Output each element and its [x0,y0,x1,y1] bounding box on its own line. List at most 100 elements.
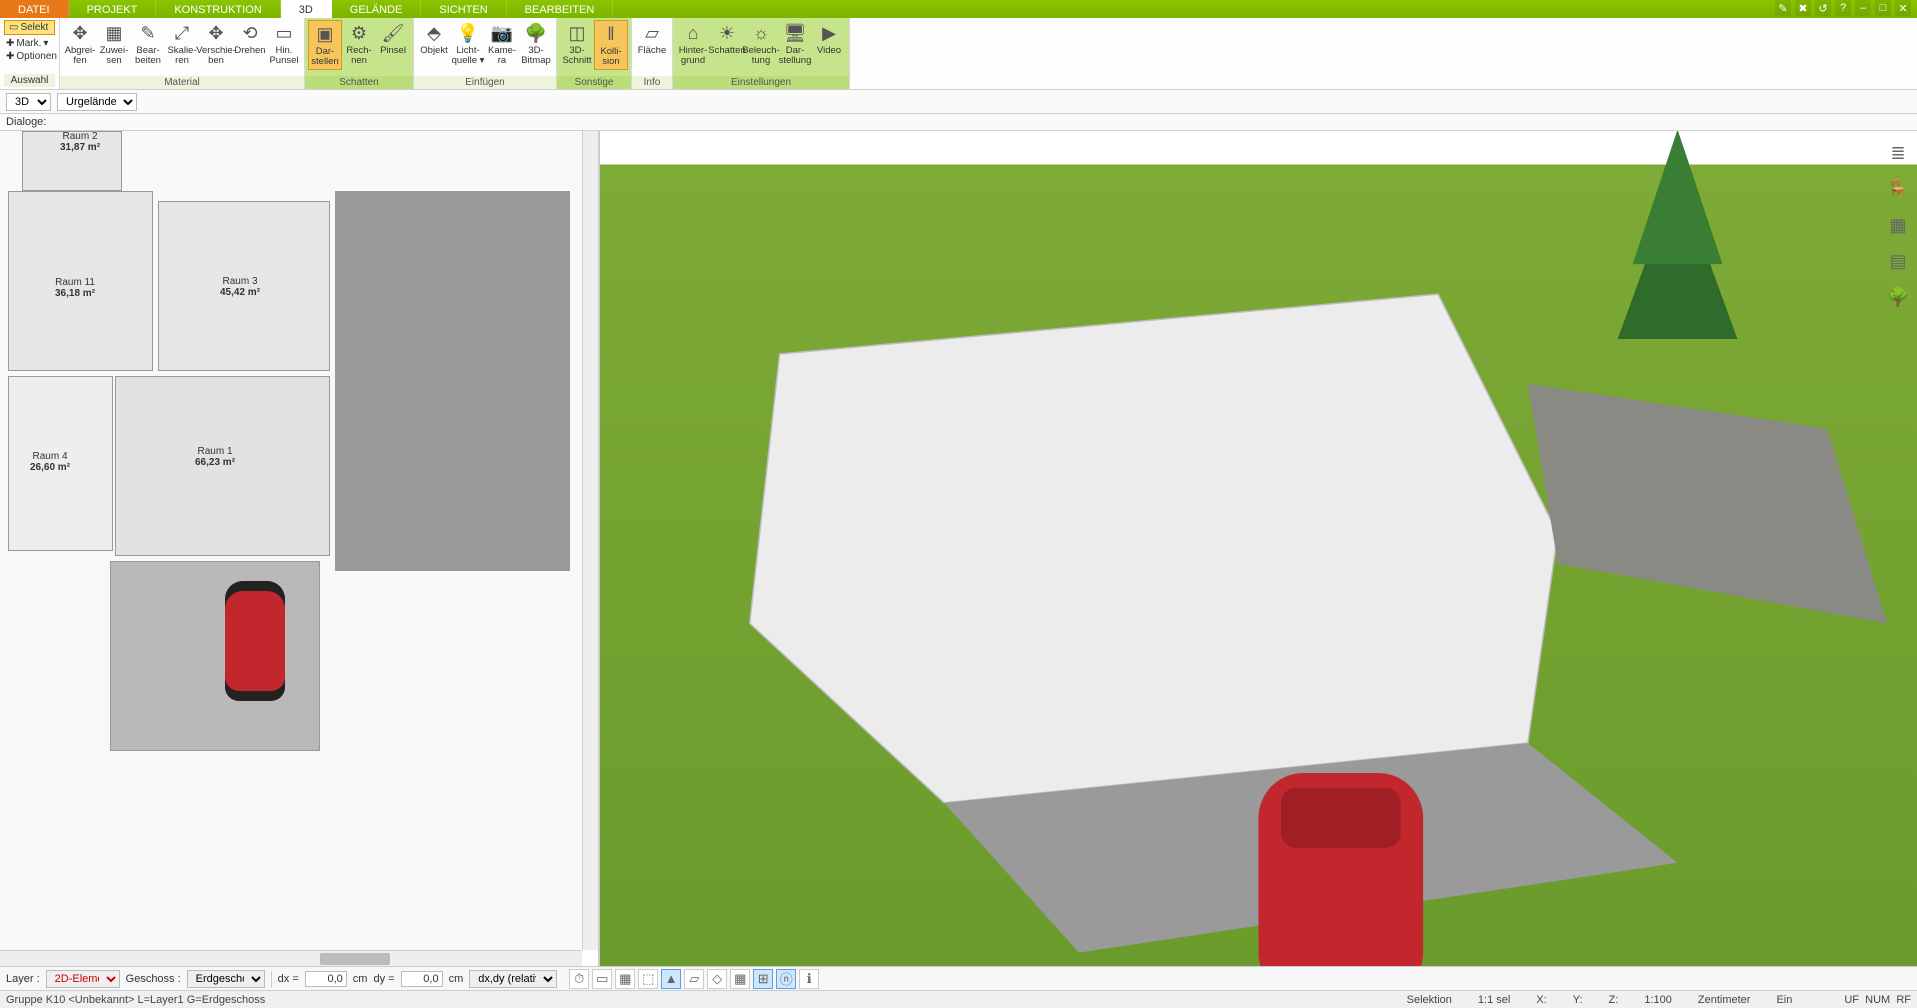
close-icon[interactable]: ✕ [1895,0,1911,16]
layers-icon[interactable]: ≣ [1885,140,1911,166]
menu-bar: DATEI PROJEKT KONSTRUKTION 3D GELÄNDE SI… [0,0,1917,18]
toggle-icon[interactable]: ℹ [799,969,819,989]
mark-button[interactable]: ✚ Mark. ▾ [4,37,55,50]
ribbon-btn-skalieren[interactable]: ⤢Skalie- ren [165,20,199,68]
floorplan-canvas[interactable]: Raum 231,87 m²Raum 1136,18 m²Raum 345,42… [0,131,582,950]
terrain-select[interactable]: Urgelände [57,93,137,111]
pane-2d[interactable]: Raum 231,87 m²Raum 1136,18 m²Raum 345,42… [0,131,600,966]
ribbon-group-schatten: ▣Dar- stellen⚙Rech- nen🖌Pinsel Schatten [305,18,414,89]
skalieren-icon: ⤢ [171,22,193,44]
select-button[interactable]: ▭ Selekt [4,20,55,35]
3dbitmap-icon: 🌳 [525,22,547,44]
ribbon-btn-label: Video [817,46,841,56]
furniture-icon[interactable]: 🪑 [1885,176,1911,202]
coord-mode-select[interactable]: dx,dy (relativ ka [469,970,557,988]
ribbon-btn-label: 3D- Bitmap [521,46,551,66]
ribbon-btn-hinpunsel[interactable]: ▭Hin. Punsel [267,20,301,68]
layer-select[interactable]: 2D-Elemen [46,970,120,988]
ribbon-btn-kamera[interactable]: 📷Kame- ra [485,20,519,68]
scrollbar-vertical[interactable] [582,131,598,950]
menu-tab-gelaende[interactable]: GELÄNDE [332,0,422,18]
options-button[interactable]: ✚ Optionen [4,50,55,63]
toggle-icon[interactable]: ◇ [707,969,727,989]
rechnen-icon: ⚙ [348,22,370,44]
ribbon-btn-hintergrund[interactable]: ⌂Hinter- grund [676,20,710,68]
menu-tab-3d[interactable]: 3D [281,0,332,18]
ribbon-btn-flaeche[interactable]: ▱Fläche [635,20,669,58]
ribbon-btn-label: Verschie- ben [196,46,236,66]
palette-icon[interactable]: ▤ [1885,248,1911,274]
menu-tab-projekt[interactable]: PROJEKT [69,0,157,18]
undo-icon[interactable]: ↺ [1815,0,1831,16]
dy-input[interactable]: 0,0 [401,971,443,987]
ribbon-btn-3dbitmap[interactable]: 🌳3D- Bitmap [519,20,553,68]
workspace: Raum 231,87 m²Raum 1136,18 m²Raum 345,42… [0,131,1917,966]
floor-label: Geschoss : [126,973,181,985]
layer-label: Layer : [6,973,40,985]
dx-label: dx = [278,973,299,985]
ribbon-btn-abgreifen[interactable]: ✥Abgrei- fen [63,20,97,68]
menu-tab-konstruktion[interactable]: KONSTRUKTION [156,0,280,18]
ribbon-btn-pinsel[interactable]: 🖌Pinsel [376,20,410,58]
ribbon-btn-darstellen[interactable]: ▣Dar- stellen [308,20,342,70]
minimize-icon[interactable]: – [1855,0,1871,16]
materials-icon[interactable]: ▦ [1885,212,1911,238]
ribbon-btn-label: Bear- beiten [135,46,161,66]
ribbon-btn-lichtquelle[interactable]: 💡Licht- quelle ▾ [451,20,485,68]
tool-icon[interactable]: ✖ [1795,0,1811,16]
status-selection: Selektion [1407,994,1452,1006]
menu-tab-datei[interactable]: DATEI [0,0,69,18]
3d-viewport[interactable] [600,131,1917,966]
room-label: Raum 1136,18 m² [55,277,95,299]
toggle-icon[interactable]: ▲ [661,969,681,989]
pane-3d[interactable] [600,131,1917,966]
floor-select[interactable]: Erdgeschos [187,970,265,988]
dx-input[interactable]: 0,0 [305,971,347,987]
view-mode-select[interactable]: 3D [6,93,51,111]
ribbon-btn-verschieben[interactable]: ✥Verschie- ben [199,20,233,68]
ribbon-btn-label: Hinter- grund [679,46,708,66]
ribbon-btn-zuweisen[interactable]: ▦Zuwei- sen [97,20,131,68]
group-caption: Schatten [305,76,413,89]
toggle-icon[interactable]: ⬚ [638,969,658,989]
group-caption: Auswahl [4,74,55,87]
group-caption: Einfügen [414,76,556,89]
ribbon-btn-label: Kame- ra [488,46,516,66]
menu-tab-bearbeiten[interactable]: BEARBEITEN [507,0,614,18]
car-2d [225,581,285,701]
ribbon-btn-bearbeiten[interactable]: ✎Bear- beiten [131,20,165,68]
toggle-icon[interactable]: ⓝ [776,969,796,989]
ribbon-btn-objekt[interactable]: ⬘Objekt [417,20,451,58]
toggle-icon[interactable]: ▭ [592,969,612,989]
view-toggle-icons: ⏱ ▭ ▦ ⬚ ▲ ▱ ◇ ▦ ⊞ ⓝ ℹ [569,969,819,989]
toggle-icon[interactable]: ⊞ [753,969,773,989]
scrollbar-horizontal[interactable] [0,950,582,966]
darstellung-icon: 🖥 [784,22,806,44]
ribbon-btn-schatten2[interactable]: ☀Schatten [710,20,744,58]
ribbon-btn-label: Skalie- ren [167,46,196,66]
verschieben-icon: ✥ [205,22,227,44]
toggle-icon[interactable]: ⏱ [569,969,589,989]
toggle-icon[interactable]: ▦ [615,969,635,989]
menu-tab-sichten[interactable]: SICHTEN [421,0,506,18]
pinsel-icon: 🖌 [382,22,404,44]
tool-icon[interactable]: ✎ [1775,0,1791,16]
ribbon-btn-darstellung[interactable]: 🖥Dar- stellung [778,20,812,68]
toggle-icon[interactable]: ▦ [730,969,750,989]
beleuchtung-icon: ☼ [750,22,772,44]
ribbon-btn-video[interactable]: ▶Video [812,20,846,58]
ribbon-btn-label: Drehen [234,46,265,56]
ribbon-btn-3dschnitt[interactable]: ◫3D- Schnitt [560,20,594,68]
ribbon-btn-drehen[interactable]: ⟲Drehen [233,20,267,58]
coordinate-bar: Layer : 2D-Elemen Geschoss : Erdgeschos … [0,966,1917,990]
help-icon[interactable]: ? [1835,0,1851,16]
ribbon-group-material: ✥Abgrei- fen▦Zuwei- sen✎Bear- beiten⤢Ska… [60,18,305,89]
ribbon-btn-kollision[interactable]: ‖Kolli- sion [594,20,628,70]
ribbon-btn-beleuchtung[interactable]: ☼Beleuch- tung [744,20,778,68]
maximize-icon[interactable]: □ [1875,0,1891,16]
ribbon-btn-rechnen[interactable]: ⚙Rech- nen [342,20,376,68]
status-unit: Zentimeter [1698,994,1751,1006]
dy-unit: cm [449,973,464,985]
plants-icon[interactable]: 🌳 [1885,284,1911,310]
toggle-icon[interactable]: ▱ [684,969,704,989]
